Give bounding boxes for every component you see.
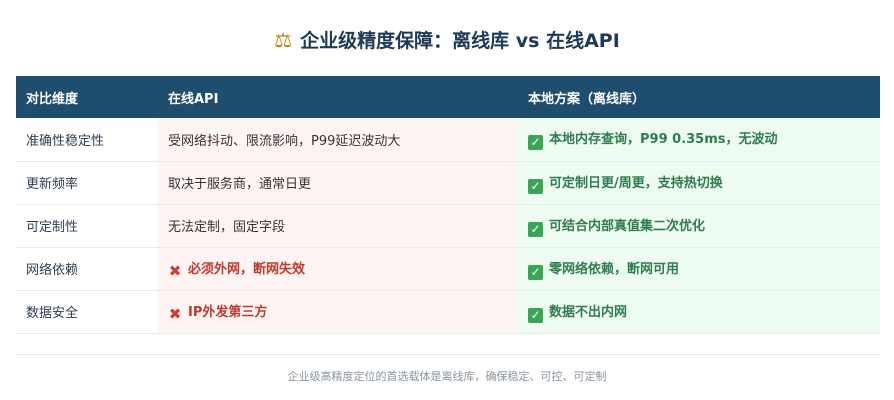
api-cell-text: 必须外网，断网失效: [188, 262, 306, 277]
table-row: 准确性稳定性 受网络抖动、限流影响，P99延迟波动大 ✓ 本地内存查询，P99 0…: [16, 118, 880, 162]
page-title: ⚖ 企业级精度保障：离线库 vs 在线API: [0, 26, 894, 53]
table-row: 可定制性 无法定制，固定字段 ✓ 可结合内部真值集二次优化: [16, 204, 880, 248]
comparison-table: 对比维度 在线API 本地方案（离线库） 准确性稳定性 受网络抖动、限流影响，P…: [16, 76, 880, 334]
table-header-row: 对比维度 在线API 本地方案（离线库）: [16, 76, 880, 118]
api-cell-text: 无法定制，固定字段: [168, 220, 286, 235]
header-local-solution: 本地方案（离线库）: [518, 76, 880, 118]
header-dimension: 对比维度: [16, 76, 158, 118]
local-cell-text: 零网络依赖，断网可用: [549, 261, 680, 277]
check-icon: ✓: [528, 221, 543, 237]
api-cell: 无法定制，固定字段: [158, 204, 518, 248]
dimension-cell: 更新频率: [16, 161, 158, 205]
local-cell: ✓ 数据不出内网: [518, 290, 880, 334]
check-icon: ✓: [528, 307, 543, 323]
dimension-cell: 准确性稳定性: [16, 118, 158, 162]
api-cell: ✖ IP外发第三方: [158, 290, 518, 334]
api-cell-text: IP外发第三方: [188, 305, 268, 320]
scale-balance-icon: ⚖: [274, 27, 293, 52]
dimension-cell: 数据安全: [16, 290, 158, 334]
check-icon: ✓: [528, 264, 543, 280]
footnote: 企业级高精度定位的首选载体是离线库，确保稳定、可控、可定制: [287, 370, 607, 383]
local-cell: ✓ 本地内存查询，P99 0.35ms，无波动: [518, 118, 880, 162]
api-cell: ✖ 必须外网，断网失效: [158, 247, 518, 291]
footer-divider: [16, 354, 880, 355]
local-cell: ✓ 零网络依赖，断网可用: [518, 247, 880, 291]
cross-icon: ✖: [168, 262, 182, 280]
local-cell-text: 数据不出内网: [549, 304, 628, 320]
api-cell-text: 取决于服务商，通常日更: [168, 177, 312, 192]
api-cell-text: 受网络抖动、限流影响，P99延迟波动大: [168, 133, 401, 149]
dimension-cell: 网络依赖: [16, 247, 158, 291]
cross-icon: ✖: [168, 305, 182, 323]
page-title-text: 企业级精度保障：离线库 vs 在线API: [300, 30, 620, 52]
check-icon: ✓: [528, 135, 543, 151]
local-cell: ✓ 可结合内部真值集二次优化: [518, 204, 880, 248]
local-cell-text: 可定制日更/周更，支持热切换: [549, 175, 723, 191]
table-row: 更新频率 取决于服务商，通常日更 ✓ 可定制日更/周更，支持热切换: [16, 161, 880, 205]
local-cell-text: 可结合内部真值集二次优化: [549, 218, 706, 234]
header-online-api: 在线API: [158, 76, 518, 118]
api-cell: 取决于服务商，通常日更: [158, 161, 518, 205]
local-cell: ✓ 可定制日更/周更，支持热切换: [518, 161, 880, 205]
check-icon: ✓: [528, 178, 543, 194]
local-cell-text: 本地内存查询，P99 0.35ms，无波动: [549, 132, 778, 148]
table-row: 数据安全 ✖ IP外发第三方 ✓ 数据不出内网: [16, 290, 880, 334]
table-row: 网络依赖 ✖ 必须外网，断网失效 ✓ 零网络依赖，断网可用: [16, 247, 880, 291]
dimension-cell: 可定制性: [16, 204, 158, 248]
api-cell: 受网络抖动、限流影响，P99延迟波动大: [158, 118, 518, 162]
